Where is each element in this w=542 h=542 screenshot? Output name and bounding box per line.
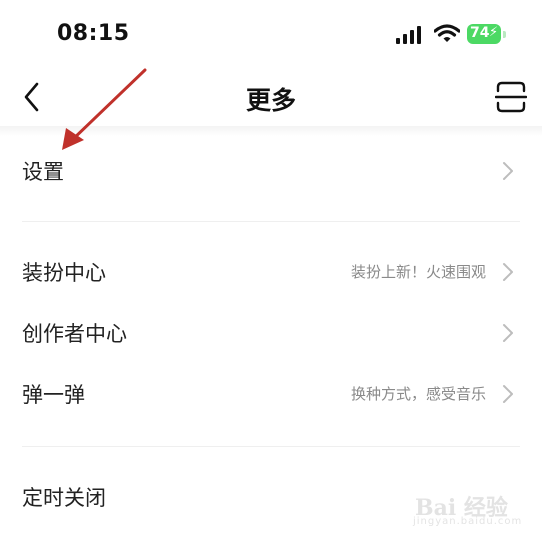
menu-item-settings[interactable]: 设置 (0, 142, 542, 202)
cellular-signal-icon (396, 26, 421, 44)
menu-item-label: 创作者中心 (22, 322, 127, 346)
menu-item-subtitle: 换种方式，感受音乐 (350, 385, 486, 403)
navigation-bar: 更多 (0, 70, 542, 126)
menu-item-label: 设置 (22, 160, 64, 184)
status-time: 08:15 (57, 21, 130, 46)
chevron-right-icon (503, 263, 513, 281)
menu-item-dress-up-center[interactable]: 装扮中心 装扮上新！火速围观 (0, 243, 542, 303)
divider (22, 221, 520, 222)
battery-level: 74 (470, 25, 490, 41)
menu-item-subtitle: 装扮上新！火速围观 (350, 263, 486, 281)
menu-item-label: 弹一弹 (22, 383, 85, 407)
status-bar: 08:15 74 ⚡ (0, 0, 542, 70)
chevron-right-icon (503, 385, 513, 403)
chevron-right-icon (503, 162, 513, 180)
watermark: Bai 经验 jingyan.baidu.com (395, 476, 525, 536)
menu-item-label: 装扮中心 (22, 261, 106, 285)
page-title: 更多 (245, 86, 296, 115)
charging-bolt-icon: ⚡ (489, 25, 499, 40)
wifi-icon (434, 24, 460, 42)
menu-item-label: 定时关闭 (22, 486, 106, 510)
watermark-url: jingyan.baidu.com (413, 516, 523, 527)
nav-shadow (0, 126, 542, 136)
menu-item-creator-center[interactable]: 创作者中心 (0, 304, 542, 364)
menu-item-tan-yi-tan[interactable]: 弹一弹 换种方式，感受音乐 (0, 365, 542, 425)
battery-indicator: 74 ⚡ (467, 24, 507, 46)
scan-button[interactable] (495, 80, 527, 114)
battery-cap (503, 31, 506, 38)
divider (22, 446, 520, 447)
chevron-right-icon (503, 324, 513, 342)
